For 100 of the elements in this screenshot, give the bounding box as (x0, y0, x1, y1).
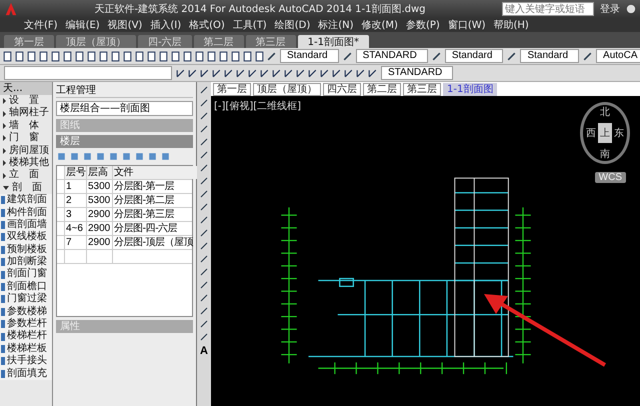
document-tab[interactable]: 第三层 (246, 35, 296, 48)
line-icon[interactable] (199, 85, 209, 95)
palette-category[interactable]: 房间屋顶 (0, 144, 52, 157)
page-icon[interactable] (254, 50, 265, 62)
palette-category[interactable]: 剖 面 (0, 182, 52, 194)
page-icon[interactable] (74, 50, 85, 62)
style-icon[interactable] (582, 50, 594, 62)
menu-item[interactable]: 插入(I) (150, 18, 182, 32)
tool-icon[interactable] (147, 151, 158, 162)
tool-icon[interactable] (95, 151, 106, 162)
viewcube[interactable]: 北 西 上 东 南 (580, 102, 630, 164)
sign-in-link[interactable]: 登录 (600, 2, 620, 16)
line-icon[interactable] (187, 68, 198, 78)
palette-category[interactable]: 设 置 (0, 95, 52, 108)
document-tab[interactable]: 第一层 (4, 35, 54, 48)
layout-tab[interactable]: 第一层 (213, 82, 251, 96)
page-icon[interactable] (242, 50, 253, 62)
palette-command[interactable]: 门窗过梁 (0, 293, 52, 306)
menu-item[interactable]: 帮助(H) (494, 18, 529, 32)
style-dropdown[interactable]: Standard (444, 49, 504, 63)
style-icon[interactable] (342, 50, 353, 62)
style-icon[interactable] (430, 50, 442, 62)
layout-tab[interactable]: 第二层 (363, 82, 401, 96)
search-field[interactable]: 键入关键字或短语 (502, 2, 594, 16)
palette-command[interactable]: 加剖断梁 (0, 256, 52, 268)
layout-tab[interactable]: 1-1剖面图 (443, 82, 498, 96)
palette-command[interactable]: 预制楼板 (0, 244, 52, 256)
palette-category[interactable]: 门 窗 (0, 132, 52, 145)
menu-item[interactable]: 修改(M) (362, 18, 398, 32)
palette-command[interactable]: 剖面填充 (0, 368, 52, 380)
dimension-style-dropdown[interactable]: STANDARD (381, 66, 454, 80)
menu-item[interactable]: 编辑(E) (66, 18, 100, 32)
style-icon[interactable] (506, 50, 518, 62)
palette-title: 天... (0, 82, 52, 95)
page-icon[interactable] (50, 50, 61, 62)
palette-command[interactable]: 双线楼板 (0, 231, 52, 244)
menu-item[interactable]: 文件(F) (24, 18, 58, 32)
tool-icon[interactable] (108, 151, 119, 162)
text-tool[interactable]: A (200, 345, 208, 357)
app-logo-icon[interactable] (4, 2, 18, 16)
document-tab[interactable]: 1-1剖面图* (298, 35, 369, 48)
tool-icon[interactable] (160, 151, 171, 162)
page-icon[interactable] (98, 50, 109, 62)
page-icon[interactable] (230, 50, 241, 62)
menu-item[interactable]: 格式(O) (189, 18, 225, 32)
cube-face[interactable]: 上 (598, 123, 612, 143)
menu-item[interactable]: 工具(T) (232, 18, 267, 32)
style-dropdown[interactable]: Standard (280, 49, 339, 63)
palette-command[interactable]: 参数栏杆 (0, 318, 52, 330)
line-icon[interactable] (199, 98, 209, 108)
style-dropdown[interactable]: AutoCA (596, 49, 640, 63)
page-icon[interactable] (2, 50, 13, 62)
line-icon[interactable] (283, 68, 294, 78)
palette-command[interactable]: 建筑剖面 (0, 194, 52, 207)
viewport-label[interactable]: [-][俯视][二维线框] (214, 99, 302, 113)
document-tab[interactable]: 四-六层 (138, 35, 192, 48)
line-icon[interactable] (295, 68, 306, 78)
line-icon[interactable] (175, 68, 186, 78)
line-icon[interactable] (199, 68, 210, 78)
palette-command[interactable]: 参数楼梯 (0, 306, 52, 318)
table-cell: 3 (65, 208, 87, 221)
palette-command[interactable]: 楼梯栏板 (0, 342, 52, 356)
document-tab[interactable]: 顶层（屋顶） (56, 35, 136, 48)
table-cell-text: 分层图-第一层 (113, 180, 176, 193)
menu-item[interactable]: 标注(N) (318, 18, 354, 32)
layout-tab[interactable]: 第三层 (403, 82, 441, 96)
tool-icon[interactable] (134, 151, 145, 162)
page-icon[interactable] (206, 50, 217, 62)
tool-icon[interactable] (69, 151, 80, 162)
menu-item[interactable]: 视图(V) (108, 18, 142, 32)
line-icon[interactable] (343, 68, 354, 78)
palette-category[interactable]: 墙 体 (0, 120, 52, 132)
tool-icon[interactable] (82, 151, 93, 162)
palette-command[interactable]: 剖面门窗 (0, 268, 52, 281)
help-icon[interactable] (626, 4, 636, 14)
menu-item[interactable]: 参数(P) (406, 18, 440, 32)
menu-item[interactable]: 绘图(D) (274, 18, 310, 32)
tool-icon[interactable] (56, 151, 67, 162)
style-icon[interactable] (266, 50, 277, 62)
style-dropdown[interactable]: STANDARD (356, 49, 428, 63)
layout-tab[interactable]: 四六层 (323, 82, 361, 96)
layout-tab[interactable]: 顶层（屋顶） (253, 82, 321, 96)
menu-item[interactable]: 窗口(W) (448, 18, 486, 32)
page-icon[interactable] (218, 50, 229, 62)
line-icon[interactable] (331, 68, 342, 78)
line-icon[interactable] (271, 68, 282, 78)
style-dropdown[interactable]: Standard (520, 49, 580, 63)
palette-category[interactable]: 楼梯其他 (0, 156, 52, 170)
tool-icon[interactable] (121, 151, 132, 162)
line-icon[interactable] (211, 68, 222, 78)
line-icon[interactable] (367, 68, 378, 78)
palette-category[interactable]: 立 面 (0, 169, 52, 182)
palette-command[interactable]: 楼梯栏杆 (0, 330, 52, 343)
document-tab[interactable]: 第二层 (194, 35, 244, 48)
palette-command[interactable]: 剖面檐口 (0, 280, 52, 294)
palette-command[interactable]: 扶手接头 (0, 355, 52, 368)
palette-command[interactable]: 画剖面墙 (0, 218, 52, 232)
palette-command[interactable]: 构件剖面 (0, 206, 52, 219)
palette-category[interactable]: 轴网柱子 (0, 107, 52, 120)
project-dropdown[interactable]: 楼层组合——剖面图 (56, 101, 193, 116)
